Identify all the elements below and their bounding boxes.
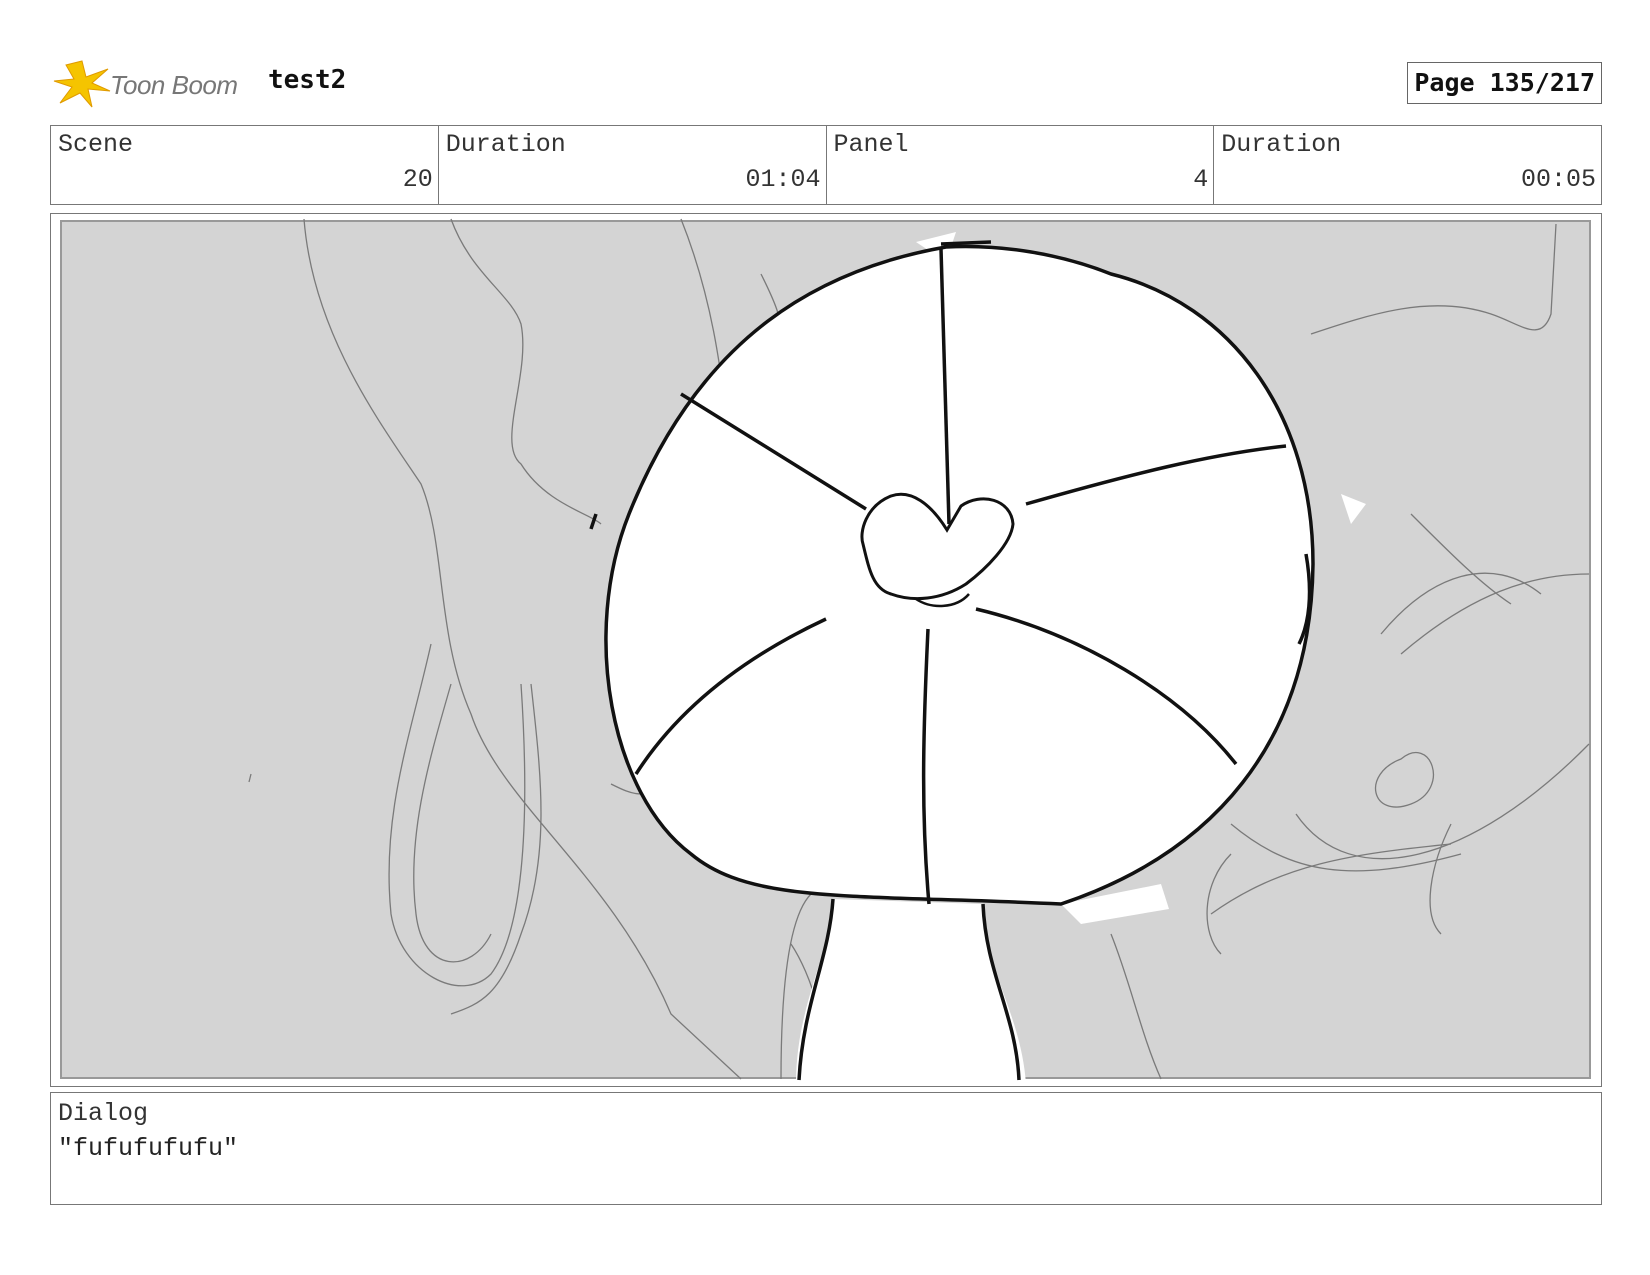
scene-value: 20 [402,165,433,194]
scene-cell: Scene 20 [51,126,439,204]
panel-info-table: Scene 20 Duration 01:04 Panel 4 Duration… [50,125,1602,205]
scene-duration-value: 01:04 [745,165,821,194]
project-title: test2 [268,65,347,95]
star-burst-icon [53,60,111,108]
panel-duration-cell: Duration 00:05 [1214,126,1601,204]
page-indicator: Page 135/217 [1407,62,1602,104]
panel-sketch [60,218,1591,1084]
dialog-label: Dialog [58,1099,149,1128]
panel-duration-label: Duration [1221,130,1342,159]
scene-duration-label: Duration [445,130,566,159]
dialog-box: Dialog "fufufufufu" [50,1092,1602,1205]
panel-duration-value: 00:05 [1520,165,1596,194]
page-header: Toon Boom test2 Page 135/217 [50,55,1602,111]
panel-label: Panel [833,130,909,159]
scene-duration-cell: Duration 01:04 [439,126,827,204]
storyboard-panel [50,213,1602,1087]
dialog-text: "fufufufufu" [58,1134,239,1163]
toon-boom-logo: Toon Boom [52,59,252,109]
scene-label: Scene [58,130,134,159]
logo-text: Toon Boom [110,70,238,100]
panel-cell: Panel 4 [827,126,1215,204]
panel-value: 4 [1193,165,1209,194]
